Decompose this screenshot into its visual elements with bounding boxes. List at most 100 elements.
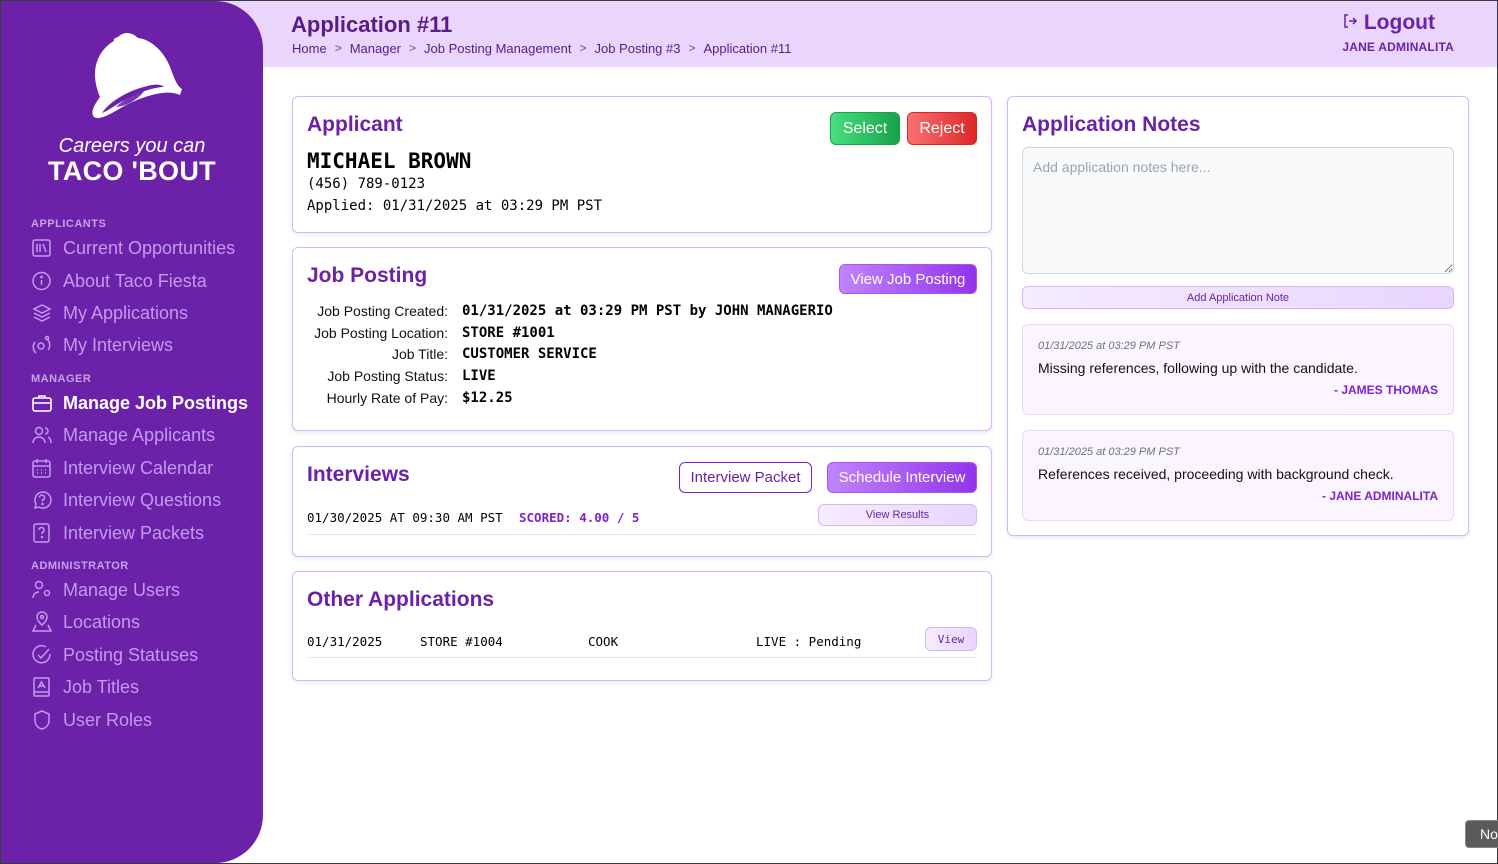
library-icon [31,237,53,259]
note-author: - JANE ADMINALITA [1322,489,1438,503]
field-label: Hourly Rate of Pay: [326,390,448,406]
sidebar-item-label: About Taco Fiesta [63,270,207,291]
sidebar-brand: TACO 'BOUT [48,156,216,186]
applicant-name: MICHAEL BROWN [307,149,472,173]
sidebar-item-my-interviews[interactable]: My Interviews [31,332,173,358]
view-job-posting-button[interactable]: View Job Posting [839,264,977,294]
info-icon [31,270,53,292]
select-button[interactable]: Select [830,112,900,145]
note-timestamp: 01/31/2025 at 03:29 PM PST [1038,340,1180,352]
sidebar-item-locations[interactable]: Locations [31,609,140,635]
other-application-location: STORE #1004 [420,634,503,649]
sidebar-item-label: My Applications [63,302,189,323]
sidebar-item-label: Manage Job Postings [63,392,249,413]
sidebar-item-user-roles[interactable]: User Roles [31,707,152,733]
applicant-card-title: Applicant [307,113,403,136]
notification-tooltip: No [1465,820,1498,848]
shield-icon [31,709,53,731]
sidebar-item-interview-calendar[interactable]: Interview Calendar [31,455,213,481]
note-item: 01/31/2025 at 03:29 PM PST References re… [1022,430,1454,521]
schedule-interview-button[interactable]: Schedule Interview [827,462,977,493]
field-job-posting-location: Job Posting Location: STORE #1001 [293,323,973,343]
sidebar-item-label: Interview Questions [63,489,222,510]
note-author: - JAMES THOMAS [1333,383,1438,397]
interview-score: SCORED: 4.00 / 5 [519,510,640,525]
sidebar-item-about-taco-fiesta[interactable]: About Taco Fiesta [31,268,207,294]
breadcrumb-job-posting-management[interactable]: Job Posting Management [424,41,571,56]
sidebar-item-posting-statuses[interactable]: Posting Statuses [31,642,198,668]
field-value: STORE #1001 [462,325,555,341]
sidebar-item-label: Locations [63,611,141,632]
page-title: Application #11 [291,12,453,37]
nav-section-manager: MANAGER [31,373,92,385]
question-bubble-icon [31,489,53,511]
other-applications-card-title: Other Applications [307,588,495,611]
logout-button[interactable]: Logout [1342,11,1435,35]
job-posting-card-title: Job Posting [307,264,428,287]
sidebar-item-label: Manage Users [63,579,181,600]
note-text: Missing references, following up with th… [1038,360,1358,376]
reject-button[interactable]: Reject [907,112,977,145]
field-hourly-rate: Hourly Rate of Pay: $12.25 [293,388,973,408]
interviews-card: Interviews Interview Packet Schedule Int… [292,446,992,557]
field-label: Job Posting Created: [317,303,448,319]
field-label: Job Posting Status: [327,368,448,384]
breadcrumb-job-posting[interactable]: Job Posting #3 [594,41,680,56]
logout-label: Logout [1363,11,1435,34]
logout-icon [1342,11,1358,35]
book-icon [31,676,53,698]
sidebar-item-my-applications[interactable]: My Applications [31,300,188,326]
sidebar-item-interview-packets[interactable]: Interview Packets [31,520,204,546]
applicant-phone: (456) 789-0123 [307,176,426,192]
sidebar-item-job-titles[interactable]: Job Titles [31,674,139,700]
chevron-right-icon: > [409,41,417,55]
view-other-application-button[interactable]: View [925,627,977,651]
sidebar-item-label: User Roles [63,709,153,730]
note-item: 01/31/2025 at 03:29 PM PST Missing refer… [1022,324,1454,415]
view-results-button[interactable]: View Results [818,504,977,526]
field-job-posting-status: Job Posting Status: LIVE [293,366,973,386]
note-text: References received, proceeding with bac… [1038,466,1394,482]
interviews-card-title: Interviews [307,463,410,486]
sidebar-item-manage-job-postings[interactable]: Manage Job Postings [31,390,248,416]
application-notes-input[interactable] [1022,147,1454,274]
other-application-job-title: COOK [588,634,619,649]
other-application-status: LIVE : Pending [756,634,862,649]
sidebar-item-manage-users[interactable]: Manage Users [31,577,180,603]
field-label: Job Posting Location: [314,325,448,341]
row-divider [307,657,977,658]
breadcrumb-application: Application #11 [703,41,792,56]
interview-packet-button[interactable]: Interview Packet [679,462,812,493]
sidebar-item-label: My Interviews [63,334,174,355]
sidebar-item-label: Manage Applicants [63,424,216,445]
sidebar-item-label: Interview Packets [63,522,205,543]
sidebar-item-label: Interview Calendar [63,457,214,478]
interview-datetime: 01/30/2025 AT 09:30 AM PST [307,510,503,525]
breadcrumb-home[interactable]: Home [292,41,327,56]
sidebar-item-interview-questions[interactable]: Interview Questions [31,487,221,513]
briefcase-icon [31,392,53,414]
application-notes-card: Application Notes Add Application Note 0… [1007,96,1469,536]
nav-section-administrator: ADMINISTRATOR [31,560,129,572]
note-timestamp: 01/31/2025 at 03:29 PM PST [1038,446,1180,458]
current-user-name: JANE ADMINALITA [1342,40,1454,54]
applicant-card: Applicant Select Reject MICHAEL BROWN (4… [292,96,992,233]
breadcrumb: Home > Manager > Job Posting Management … [292,41,791,56]
add-application-note-button[interactable]: Add Application Note [1022,286,1454,309]
job-posting-card: Job Posting View Job Posting Job Posting… [292,247,992,431]
chevron-right-icon: > [688,41,696,55]
check-circle-icon [31,644,53,666]
location-user-icon [31,611,53,633]
sidebar-item-manage-applicants[interactable]: Manage Applicants [31,422,215,448]
chevron-right-icon: > [579,41,587,55]
interviews-icon [31,334,53,356]
breadcrumb-manager[interactable]: Manager [350,41,401,56]
field-job-title: Job Title: CUSTOMER SERVICE [293,344,973,364]
chevron-right-icon: > [334,41,342,55]
sidebar-item-label: Posting Statuses [63,644,199,665]
sidebar-item-current-opportunities[interactable]: Current Opportunities [31,235,235,261]
users-icon [31,424,53,446]
applicant-applied-date: Applied: 01/31/2025 at 03:29 PM PST [307,198,603,214]
sidebar-item-label: Job Titles [63,676,140,697]
sidebar: Careers you can TACO 'BOUT APPLICANTS Cu… [1,1,263,863]
